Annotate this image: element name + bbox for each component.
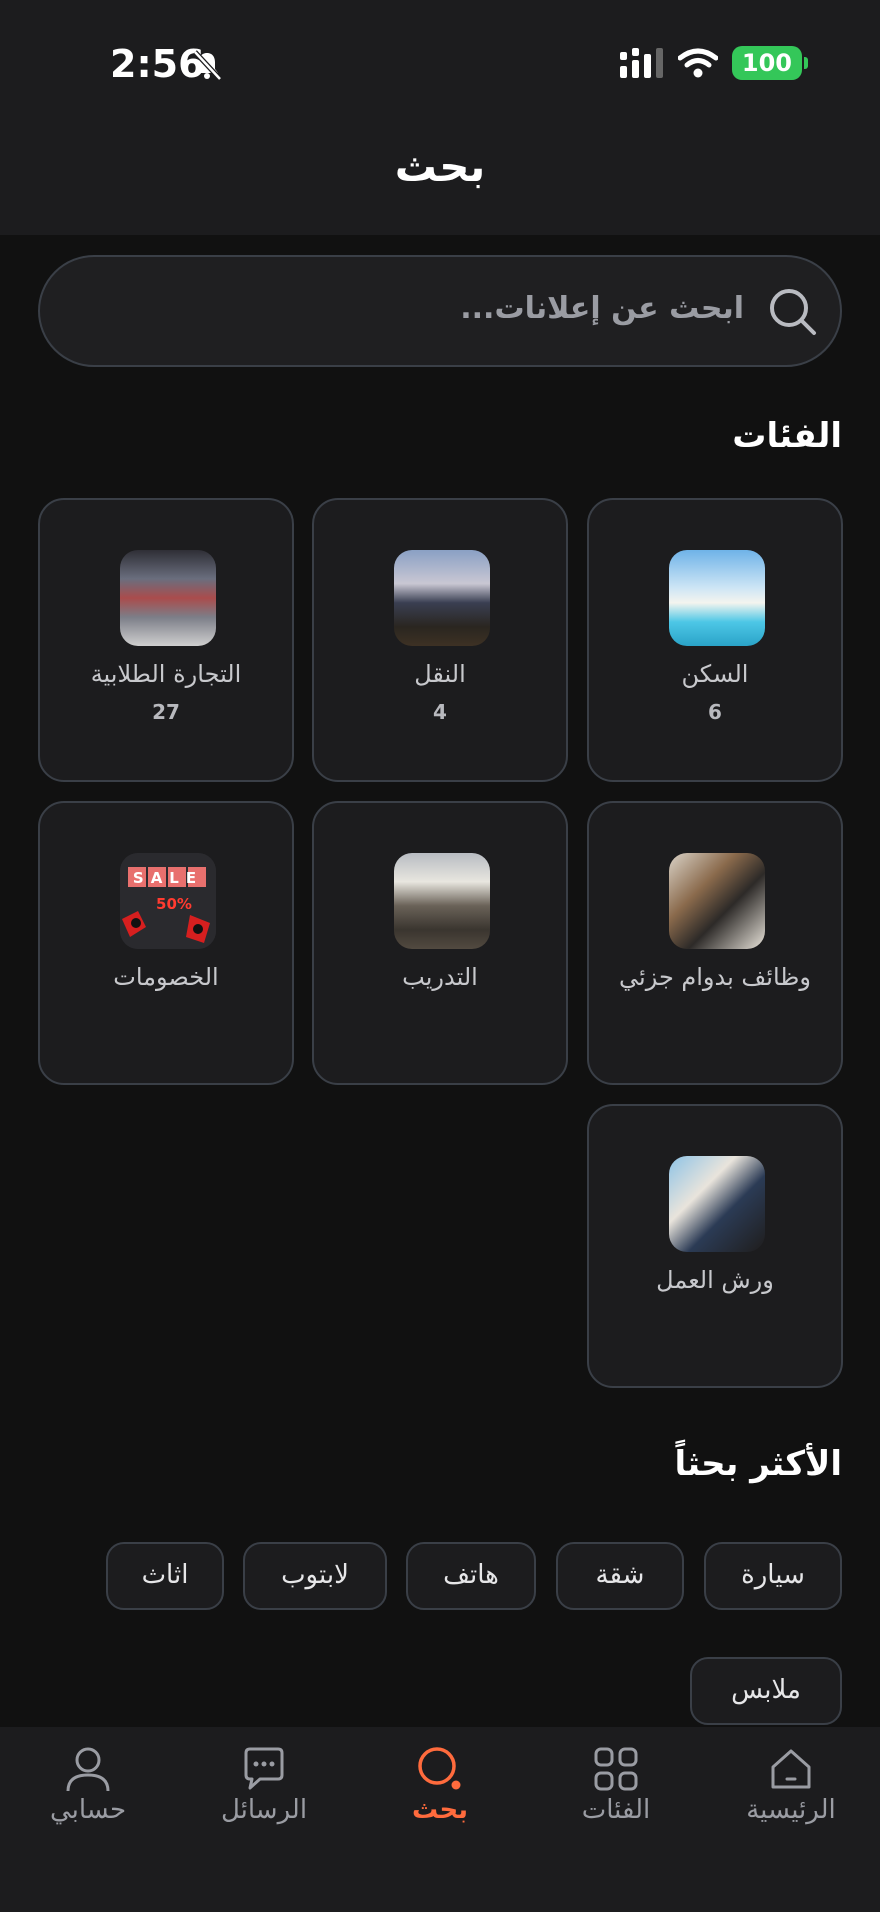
category-card-workshops[interactable]: ورش العمل — [587, 1104, 843, 1388]
category-label: الخصومات — [113, 963, 219, 991]
nav-label: الفئات — [581, 1795, 651, 1825]
wifi-icon — [677, 48, 718, 78]
battery-indicator: 100 — [731, 46, 809, 80]
category-label: ورش العمل — [656, 1266, 774, 1294]
search-icon — [418, 1747, 461, 1790]
discounts-image: SALE 50% — [120, 853, 216, 949]
category-card-discounts[interactable]: SALE 50% الخصومات — [38, 801, 294, 1085]
search-placeholder: ابحث عن إعلانات... — [460, 291, 744, 326]
sale-graphic: SALE 50% — [120, 853, 216, 949]
nav-label: بحث — [411, 1795, 469, 1825]
search-screen: 2:56 100 بحث ابحث عن إعلانات... الفئات ا… — [0, 0, 880, 1912]
category-card-part-time-jobs[interactable]: وظائف بدوام جزئي — [587, 801, 843, 1085]
nav-item-account[interactable]: حسابي — [13, 1745, 163, 1825]
popular-searches-title: الأكثر بحثاً — [674, 1444, 842, 1484]
nav-label: حسابي — [49, 1795, 127, 1825]
popular-chip[interactable]: لابتوب — [243, 1542, 387, 1610]
category-card-student-commerce[interactable]: التجارة الطلابية 27 — [38, 498, 294, 782]
housing-image — [669, 550, 765, 646]
nav-item-categories[interactable]: الفئات — [541, 1745, 691, 1825]
popular-chip[interactable]: هاتف — [406, 1542, 536, 1610]
popular-chip[interactable]: سيارة — [704, 1542, 842, 1610]
popular-chip[interactable]: شقة — [556, 1542, 684, 1610]
chat-icon — [244, 1747, 284, 1790]
signal-icon — [619, 48, 663, 78]
grid-icon — [594, 1747, 638, 1791]
category-label: التجارة الطلابية — [90, 660, 242, 688]
category-count: 6 — [708, 700, 722, 724]
top-bar: 2:56 100 بحث — [0, 0, 880, 235]
nav-label: الرئيسية — [746, 1795, 836, 1825]
home-icon — [771, 1749, 811, 1789]
training-image — [394, 853, 490, 949]
student-commerce-image — [120, 550, 216, 646]
category-label: التدريب — [402, 963, 478, 991]
nav-item-search[interactable]: بحث — [365, 1745, 515, 1825]
category-count: 27 — [152, 700, 180, 724]
workshops-image — [669, 1156, 765, 1252]
sale-percent: 50% — [156, 895, 192, 913]
search-input[interactable]: ابحث عن إعلانات... — [38, 255, 842, 367]
page-title: بحث — [394, 142, 486, 191]
sale-text: SALE — [133, 869, 203, 887]
search-icon — [770, 289, 816, 335]
category-card-housing[interactable]: السكن 6 — [587, 498, 843, 782]
transport-image — [394, 550, 490, 646]
nav-label: الرسائل — [220, 1795, 308, 1825]
category-label: وظائف بدوام جزئي — [619, 963, 811, 991]
user-icon — [66, 1747, 110, 1792]
categories-title: الفئات — [732, 416, 842, 456]
category-card-transport[interactable]: النقل 4 — [312, 498, 568, 782]
popular-chip[interactable]: ملابس — [690, 1657, 842, 1725]
nav-item-messages[interactable]: الرسائل — [189, 1745, 339, 1825]
category-card-training[interactable]: التدريب — [312, 801, 568, 1085]
part-time-jobs-image — [669, 853, 765, 949]
popular-chip[interactable]: اثاث — [106, 1542, 224, 1610]
bell-muted-icon — [193, 50, 222, 81]
category-label: السكن — [681, 660, 749, 688]
category-count: 4 — [433, 700, 447, 724]
status-indicators: 100 — [619, 46, 809, 80]
bottom-navigation: الرئيسية الفئات بحث الرسائل حسابي — [0, 1727, 880, 1912]
nav-item-home[interactable]: الرئيسية — [716, 1745, 866, 1825]
category-label: النقل — [414, 660, 466, 688]
